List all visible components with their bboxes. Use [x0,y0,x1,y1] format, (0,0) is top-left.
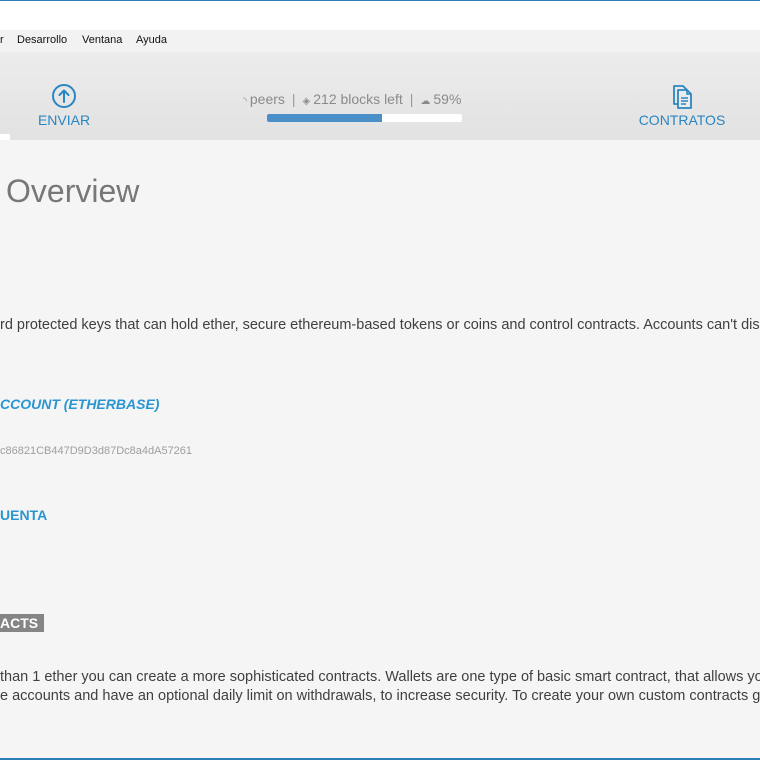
arrow-up-circle-icon [52,84,76,108]
accounts-description: rd protected keys that can hold ether, s… [0,317,760,333]
sync-progress-bar [267,114,462,122]
layers-icon: ◈ [302,96,311,107]
separator: | [291,91,296,107]
add-account-button[interactable]: UENTA [0,507,47,523]
etherbase-account-link[interactable]: CCOUNT (ETHERBASE) [0,396,159,412]
cloud-download-icon: ☁ [420,96,431,107]
main-content: Overview rd protected keys that can hold… [0,140,760,760]
sync-status: ◝ peers | ◈ 212 blocks left | ☁ 59% [243,91,461,107]
rss-icon: ◝ [243,96,247,107]
page-title: Overview [6,173,140,209]
sync-progress-fill [267,114,383,122]
account-address: c86821CB447D9D3d87Dc8a4dA57261 [0,445,193,457]
blocks-left-text: 212 blocks left [313,91,403,107]
documents-icon [673,85,692,109]
menu-item-desarrollo[interactable]: Desarrollo [17,34,67,46]
sync-percent-text: 59% [433,91,462,107]
contracts-description-line1: than 1 ether you can create a more sophi… [0,669,760,685]
contracts-button[interactable]: CONTRATOS [622,82,742,128]
menu-item-partial[interactable]: r [0,34,4,46]
menu-item-ayuda[interactable]: Ayuda [136,34,167,46]
separator: | [409,91,414,107]
menu-bar: r Desarrollo Ventana Ayuda [0,30,760,52]
send-button-label: ENVIAR [37,112,91,128]
top-toolbar: ENVIAR ◝ peers | ◈ 212 blocks left | ☁ 59% CONT… [0,52,760,140]
window-titlebar [0,0,760,30]
menu-item-ventana[interactable]: Ventana [82,34,122,46]
peers-text: peers [249,91,285,107]
contracts-section-heading: ACTS [0,614,45,632]
contracts-description-line2: e accounts and have an optional daily li… [0,688,760,704]
send-button[interactable]: ENVIAR [4,82,124,128]
contracts-button-label: CONTRATOS [638,112,726,128]
